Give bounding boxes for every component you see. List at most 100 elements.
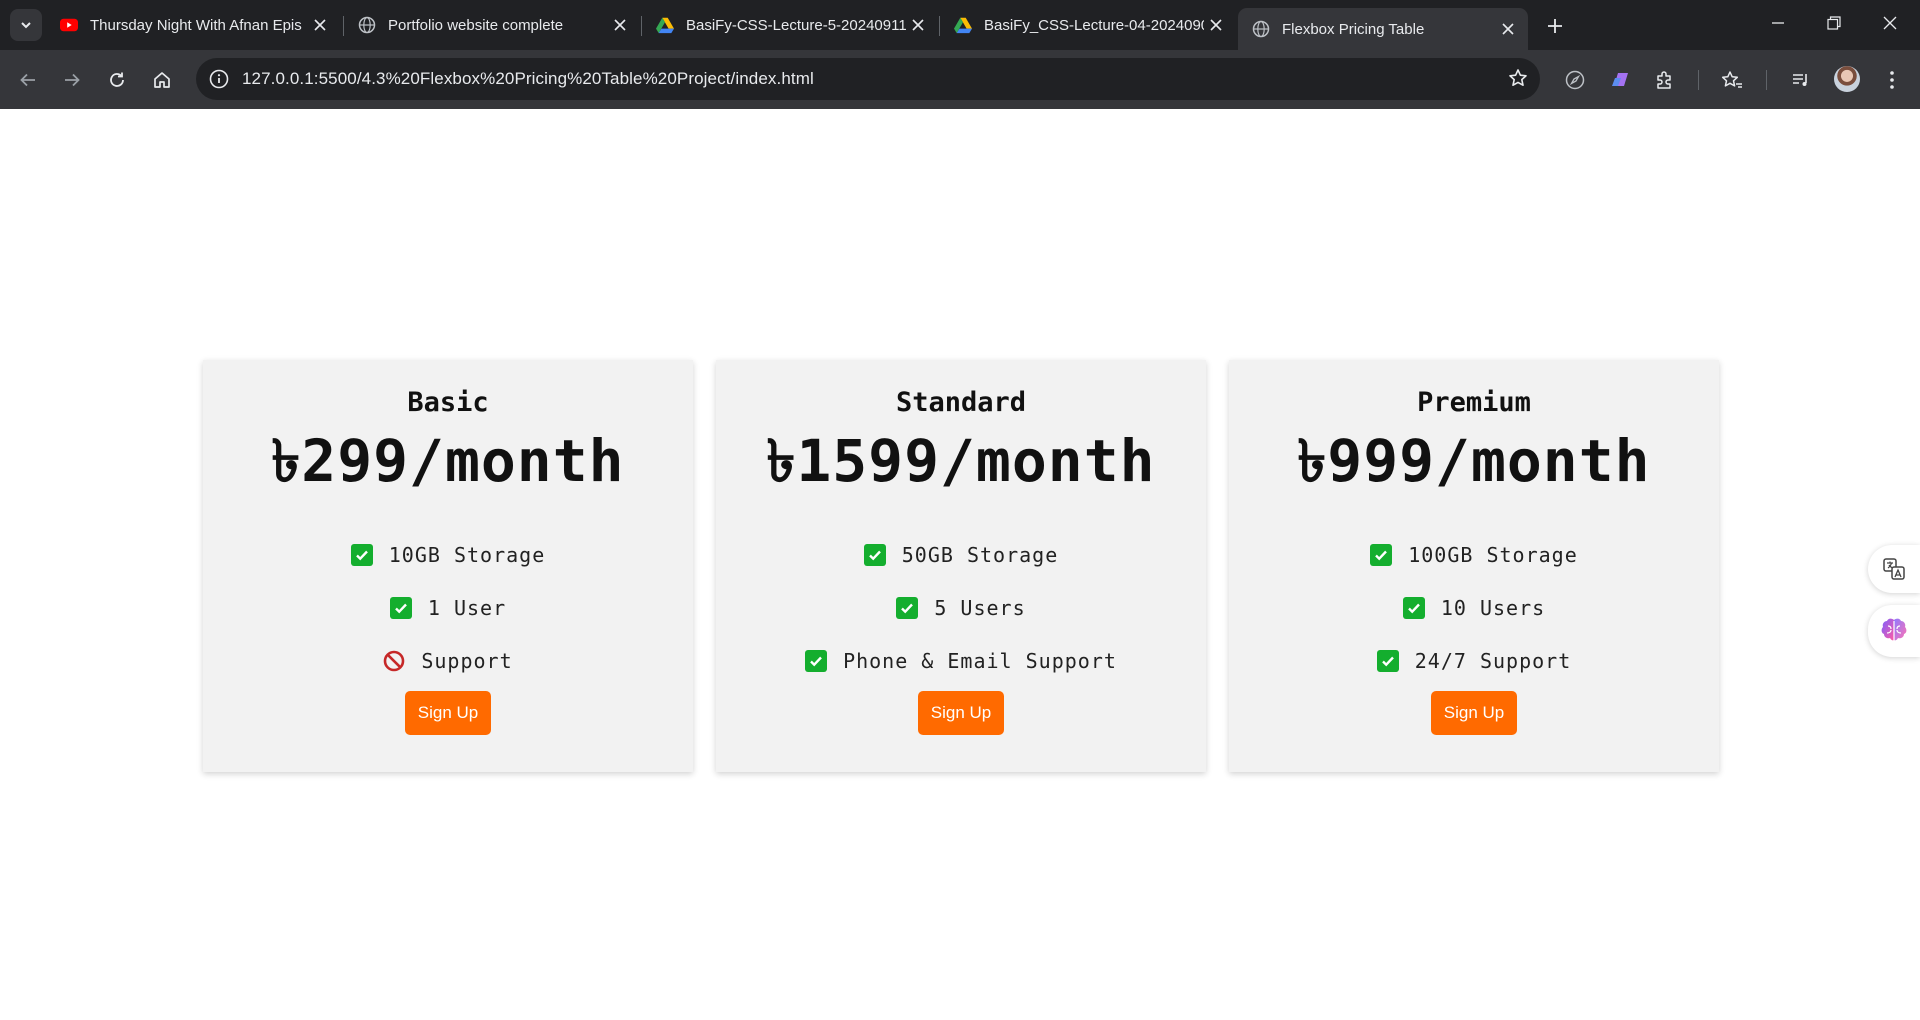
minimize-button[interactable] (1750, 0, 1806, 46)
feature-text: 5 Users (934, 595, 1026, 620)
extensions-button[interactable] (1649, 64, 1681, 96)
restore-button[interactable] (1806, 0, 1862, 46)
restore-icon (1827, 16, 1841, 30)
google-drive-icon (954, 16, 972, 34)
tab-search-button[interactable] (10, 9, 42, 41)
youtube-icon (60, 16, 78, 34)
feature-item: 100GB Storage (1229, 528, 1719, 581)
reload-button[interactable] (101, 64, 133, 96)
close-icon (1883, 16, 1897, 30)
extension-logo-icon (1612, 73, 1628, 86)
new-tab-button[interactable] (1540, 11, 1570, 41)
url-text[interactable]: 127.0.0.1:5500/4.3%20Flexbox%20Pricing%2… (242, 69, 814, 89)
more-vertical-icon (1890, 71, 1894, 89)
star-list-icon (1721, 71, 1742, 88)
close-icon[interactable] (1496, 17, 1520, 41)
pricing-card-standard: Standard ৳1599/month 50GB Storage 5 User… (716, 360, 1206, 772)
sign-up-button[interactable]: Sign Up (1430, 691, 1518, 735)
feature-item: 24/7 Support (1229, 634, 1719, 687)
check-icon (896, 596, 919, 619)
forward-button[interactable] (56, 64, 88, 96)
tab-title: BasiFy_CSS-Lecture-04-20240909 (984, 16, 1204, 34)
pricing-cards: Basic ৳299/month 10GB Storage 1 User Sup… (203, 360, 1719, 772)
pricing-card-premium: Premium ৳999/month 100GB Storage 10 User… (1229, 360, 1719, 772)
feature-item: Support (203, 634, 693, 687)
plan-price: ৳299/month (271, 427, 625, 495)
brain-icon (1881, 618, 1907, 641)
address-bar[interactable]: 127.0.0.1:5500/4.3%20Flexbox%20Pricing%2… (196, 58, 1540, 100)
playlist-icon (1793, 74, 1807, 86)
feature-item: 50GB Storage (716, 528, 1206, 581)
tab-portfolio[interactable]: Portfolio website complete (344, 8, 640, 42)
bookmark-star-icon[interactable] (1508, 68, 1528, 93)
feature-list: 10GB Storage 1 User Support (203, 528, 693, 687)
toolbar-divider (1698, 70, 1699, 90)
sign-up-button[interactable]: Sign Up (404, 691, 492, 735)
feature-item: 5 Users (716, 581, 1206, 634)
puzzle-icon (1657, 71, 1671, 89)
media-controls-button[interactable] (1785, 64, 1817, 96)
home-button[interactable] (146, 64, 178, 96)
tab-drive-lecture-4[interactable]: BasiFy_CSS-Lecture-04-20240909 (940, 8, 1236, 42)
check-icon (1370, 543, 1393, 566)
browser-toolbar: 127.0.0.1:5500/4.3%20Flexbox%20Pricing%2… (0, 50, 1920, 109)
plan-name: Premium (1417, 387, 1531, 418)
menu-button[interactable] (1876, 64, 1908, 96)
check-icon (805, 649, 828, 672)
tab-drive-lecture-5[interactable]: BasiFy-CSS-Lecture-5-20240911 (642, 8, 938, 42)
toolbar-divider (1766, 70, 1767, 90)
feature-text: 10GB Storage (388, 542, 546, 567)
plan-price: ৳999/month (1297, 427, 1651, 495)
tab-flexbox-pricing[interactable]: Flexbox Pricing Table (1238, 8, 1528, 50)
arrow-right-icon (65, 73, 80, 87)
chevron-down-icon (21, 22, 31, 29)
tab-title: Thursday Night With Afnan Epis (90, 16, 302, 34)
plan-name: Standard (895, 387, 1027, 418)
tab-strip: Thursday Night With Afnan Epis Portfolio… (0, 0, 1920, 50)
feature-text: 1 User (427, 595, 507, 620)
plan-name: Basic (407, 387, 489, 418)
feature-text: 50GB Storage (901, 542, 1059, 567)
feature-item: 10GB Storage (203, 528, 693, 581)
close-icon[interactable] (906, 13, 930, 37)
ai-brain-side-button[interactable] (1868, 605, 1920, 657)
check-icon (1376, 649, 1399, 672)
google-drive-icon (656, 16, 674, 34)
plus-icon (1548, 19, 1562, 33)
close-icon[interactable] (308, 13, 332, 37)
translate-side-button[interactable] (1868, 545, 1920, 593)
feature-text: Support (421, 648, 513, 673)
feature-item: Phone & Email Support (716, 634, 1206, 687)
tab-title: BasiFy-CSS-Lecture-5-20240911 (686, 16, 906, 34)
tab-youtube[interactable]: Thursday Night With Afnan Epis (46, 8, 340, 42)
info-icon[interactable] (208, 68, 230, 90)
check-icon (1402, 596, 1425, 619)
feature-list: 50GB Storage 5 Users Phone & Email Suppo… (716, 528, 1206, 687)
minimize-icon (1772, 22, 1784, 24)
sign-up-button[interactable]: Sign Up (917, 691, 1005, 735)
back-button[interactable] (12, 64, 44, 96)
feature-list: 100GB Storage 10 Users 24/7 Support (1229, 528, 1719, 687)
home-icon (154, 72, 170, 88)
plan-price: ৳1599/month (766, 427, 1156, 495)
reload-icon (110, 72, 124, 87)
close-icon[interactable] (1204, 13, 1228, 37)
feature-text: 10 Users (1440, 595, 1546, 620)
feature-text: 100GB Storage (1408, 542, 1578, 567)
feature-item: 10 Users (1229, 581, 1719, 634)
compass-extension-button[interactable] (1559, 64, 1591, 96)
tab-title: Flexbox Pricing Table (1282, 20, 1425, 38)
profile-avatar[interactable] (1834, 66, 1860, 92)
feature-item: 1 User (203, 581, 693, 634)
check-icon (350, 543, 373, 566)
compass-icon (1565, 70, 1585, 90)
close-icon[interactable] (608, 13, 632, 37)
feature-text: Phone & Email Support (843, 648, 1117, 673)
prohibited-icon (383, 650, 405, 672)
purple-extension-button[interactable] (1604, 64, 1636, 96)
feature-text: 24/7 Support (1414, 648, 1572, 673)
window-close-button[interactable] (1862, 0, 1918, 46)
globe-icon (1252, 20, 1270, 38)
favorites-button[interactable] (1716, 64, 1748, 96)
tab-title: Portfolio website complete (388, 16, 564, 34)
